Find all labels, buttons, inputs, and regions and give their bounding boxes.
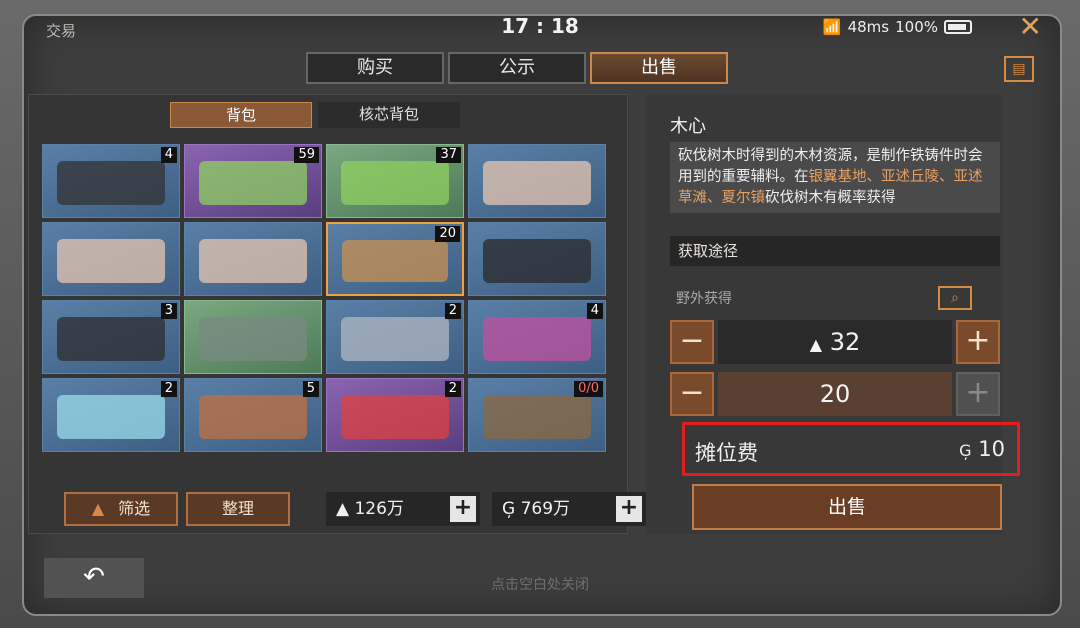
tab-buy[interactable]: 购买 <box>306 52 444 84</box>
fishing-rod-icon <box>483 395 591 439</box>
handguard-icon <box>57 317 165 361</box>
quantity-value: 20 <box>718 372 952 416</box>
item-count: 0/0 <box>574 381 603 397</box>
inventory-slot[interactable]: 3 <box>42 300 180 374</box>
source-header: 获取途径 <box>670 236 1000 266</box>
battery-icon <box>944 20 972 34</box>
syringe-icon <box>199 161 307 205</box>
item-count: 37 <box>436 147 461 163</box>
item-count: 2 <box>444 303 461 319</box>
close-icon[interactable]: ✕ <box>1019 10 1042 43</box>
inventory-slot[interactable]: 5 <box>184 378 322 452</box>
item-count: 4 <box>160 147 177 163</box>
tab-notice[interactable]: 公示 <box>448 52 586 84</box>
quantity-stepper: − 20 + <box>670 372 1000 416</box>
fee-label: 摊位费 <box>695 441 758 465</box>
inventory-slot[interactable]: 37 <box>326 144 464 218</box>
item-count: 4 <box>586 303 603 319</box>
price-increase-button[interactable]: + <box>956 320 1000 364</box>
capsule-icon <box>341 395 449 439</box>
inventory-slot[interactable] <box>184 300 322 374</box>
syringe-icon <box>341 161 449 205</box>
tab-bag[interactable]: 背包 <box>170 102 312 128</box>
stall-fee: 摊位费 Ģ 10 <box>682 422 1020 476</box>
armor-plate-icon <box>483 239 591 283</box>
gold-icon: ▲ <box>809 335 823 354</box>
add-gold-button[interactable]: + <box>450 496 476 522</box>
status-bar: 📶 48ms 100% <box>823 18 972 36</box>
filter-icon: ▲ <box>91 499 105 518</box>
price-decrease-button[interactable]: − <box>670 320 714 364</box>
source-value: 野外获得 <box>676 291 732 307</box>
price-stepper: − ▲ 32 + <box>670 320 1000 364</box>
item-count: 2 <box>160 381 177 397</box>
wifi-icon: 📶 <box>822 18 842 36</box>
network-latency: 48ms <box>847 18 890 36</box>
rifle-icon <box>57 161 165 205</box>
item-count: 3 <box>160 303 177 319</box>
currency-coin: Ģ 769万 + <box>492 492 646 526</box>
map-search-icon[interactable]: ⌕ <box>938 286 972 310</box>
close-hint: 点击空白处关闭 <box>491 577 589 593</box>
item-name: 木心 <box>670 116 706 137</box>
ore-icon <box>199 317 307 361</box>
potion-icon <box>199 395 307 439</box>
inventory-slot[interactable] <box>42 222 180 296</box>
item-count: 2 <box>444 381 461 397</box>
coin-icon: Ģ <box>502 499 516 519</box>
item-count: 5 <box>302 381 319 397</box>
tab-sell[interactable]: 出售 <box>590 52 728 84</box>
tab-core-bag[interactable]: 核芯背包 <box>318 102 460 128</box>
inventory-slot[interactable]: 2 <box>42 378 180 452</box>
main-tabs: 购买 公示 出售 <box>306 52 728 84</box>
inventory-slot[interactable]: 59 <box>184 144 322 218</box>
meat-dish-icon <box>199 239 307 283</box>
gold-icon: ▲ <box>336 499 350 519</box>
inventory-slot[interactable]: 0/0 <box>468 378 606 452</box>
fabric-icon <box>57 395 165 439</box>
bag-tabs: 背包 核芯背包 <box>170 102 460 128</box>
steel-bars-icon <box>341 317 449 361</box>
fee-value: Ģ 10 <box>959 437 1005 461</box>
inventory-slot[interactable] <box>468 144 606 218</box>
cloth-icon <box>483 317 591 361</box>
meat-dish-icon <box>57 239 165 283</box>
inventory-slot[interactable] <box>468 222 606 296</box>
inventory-slot[interactable]: 4 <box>42 144 180 218</box>
coin-icon: Ģ <box>959 441 972 460</box>
meat-dish-icon <box>483 161 591 205</box>
clipboard-icon[interactable]: ▤ <box>1004 56 1034 82</box>
price-value: ▲ 32 <box>718 320 952 364</box>
filter-button[interactable]: ▲ 筛选 <box>64 492 178 526</box>
item-count: 20 <box>435 226 460 242</box>
quantity-decrease-button[interactable]: − <box>670 372 714 416</box>
wood-planks-icon <box>342 240 448 282</box>
inventory-slot[interactable] <box>184 222 322 296</box>
item-count: 59 <box>294 147 319 163</box>
inventory-slot[interactable]: 2 <box>326 378 464 452</box>
battery-percent: 100% <box>895 18 938 36</box>
inventory-grid: 4 59 37 20 3 2 4 2 5 2 0/0 <box>42 144 606 452</box>
inventory-slot[interactable]: 20 <box>326 222 464 296</box>
sort-button[interactable]: 整理 <box>186 492 290 526</box>
sell-button[interactable]: 出售 <box>692 484 1002 530</box>
item-description: 砍伐树木时得到的木材资源，是制作铁铸件时会用到的重要辅料。在银翼基地、亚述丘陵、… <box>670 142 1000 213</box>
currency-gold: ▲ 126万 + <box>326 492 480 526</box>
add-coin-button[interactable]: + <box>616 496 642 522</box>
inventory-slot[interactable]: 2 <box>326 300 464 374</box>
quantity-increase-button[interactable]: + <box>956 372 1000 416</box>
inventory-slot[interactable]: 4 <box>468 300 606 374</box>
